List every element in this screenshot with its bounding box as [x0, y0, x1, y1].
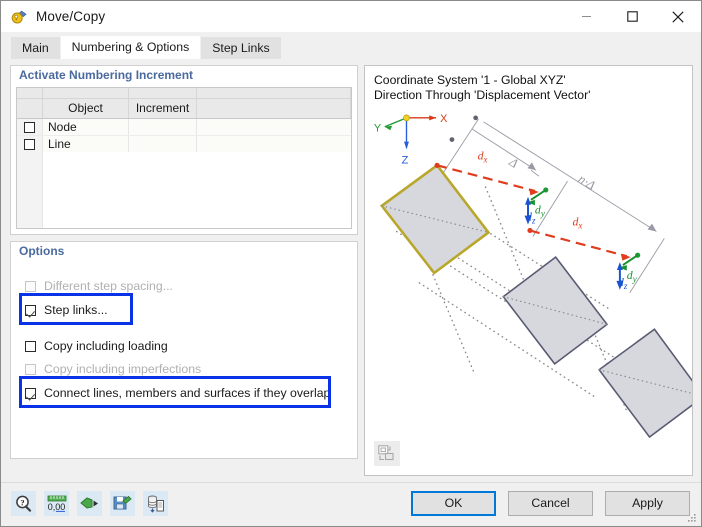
svg-text:dx: dx	[572, 215, 582, 231]
dimension-node	[449, 137, 455, 142]
numbering-table[interactable]: Object Increment Node Line	[16, 87, 352, 229]
footer-buttons: OK Cancel Apply	[411, 491, 690, 516]
row-object-label: Line	[43, 136, 129, 153]
connect-overlap-label[interactable]: Connect lines, members and surfaces if t…	[44, 386, 330, 400]
row-checkbox[interactable]	[24, 121, 35, 133]
column-header-select	[17, 99, 43, 118]
svg-text:dy: dy	[627, 268, 637, 284]
option-different-step-spacing: Different step spacing...	[25, 278, 173, 294]
row-increment-value[interactable]	[129, 119, 197, 136]
copy-including-imperfections-label: Copy including imperfections	[44, 362, 202, 376]
tab-step-links[interactable]: Step Links	[201, 37, 281, 59]
import-settings-button[interactable]	[77, 491, 102, 516]
table-row[interactable]: Node	[17, 119, 351, 137]
diagram-pane: Coordinate System '1 - Global XYZ' Direc…	[364, 65, 693, 476]
save-settings-icon	[113, 495, 132, 510]
dialog-content: Activate Numbering Increment Object Incr…	[1, 59, 701, 483]
ok-button[interactable]: OK	[411, 491, 496, 516]
title-bar: Move/Copy	[1, 1, 701, 33]
import-arrow-icon	[80, 497, 98, 509]
different-step-spacing-label: Different step spacing...	[44, 279, 173, 293]
tab-numbering-options[interactable]: Numbering & Options	[60, 36, 201, 59]
surface-copy-2	[598, 328, 692, 439]
step-links-label[interactable]: Step links...	[44, 303, 108, 317]
row-checkbox-cell[interactable]	[17, 136, 43, 153]
connect-overlap-checkbox[interactable]	[25, 387, 36, 399]
option-copy-including-loading[interactable]: Copy including loading	[25, 338, 168, 354]
picture-copy-button[interactable]	[374, 441, 400, 466]
picture-copy-icon	[378, 445, 394, 461]
numbering-increment-group: Activate Numbering Increment Object Incr…	[10, 65, 358, 235]
database-document-icon	[147, 495, 164, 513]
row-checkbox[interactable]	[24, 138, 35, 150]
column-header-increment: Increment	[129, 99, 197, 118]
apply-button[interactable]: Apply	[605, 491, 690, 516]
app-icon	[10, 8, 28, 26]
left-pane: Activate Numbering Increment Object Incr…	[10, 65, 358, 476]
dimension-node	[473, 115, 479, 121]
svg-text:X: X	[440, 113, 448, 125]
option-connect-overlap[interactable]: Connect lines, members and surfaces if t…	[25, 385, 330, 401]
step-links-checkbox[interactable]	[25, 304, 36, 316]
resize-grip[interactable]	[687, 513, 697, 523]
svg-text:dy: dy	[535, 203, 545, 219]
options-group: Options Different step spacing... Step l…	[10, 241, 358, 459]
different-step-spacing-checkbox	[25, 280, 36, 292]
row-checkbox-cell[interactable]	[17, 119, 43, 136]
column-header-spacer	[197, 99, 351, 118]
copy-including-loading-label[interactable]: Copy including loading	[44, 339, 168, 353]
units-decimal-label: 0,00	[47, 502, 65, 512]
row-object-label: Node	[43, 119, 129, 136]
maximize-button[interactable]	[609, 1, 655, 32]
tab-strip: Main Numbering & Options Step Links	[1, 32, 701, 59]
close-button[interactable]	[655, 1, 701, 32]
copy-including-imperfections-checkbox	[25, 363, 36, 375]
units-decimal-icon: 0,00	[47, 495, 66, 512]
option-copy-including-imperfections: Copy including imperfections	[25, 361, 201, 377]
minimize-button[interactable]	[563, 1, 609, 32]
window-controls	[563, 1, 701, 32]
database-document-button[interactable]	[143, 491, 168, 516]
svg-text:Y: Y	[374, 123, 381, 135]
option-step-links[interactable]: Step links...	[25, 302, 108, 318]
svg-text:Z: Z	[402, 154, 409, 166]
surface-original	[379, 163, 491, 275]
svg-text:dx: dx	[478, 148, 488, 164]
units-decimal-button[interactable]: 0,00	[44, 491, 69, 516]
dialog-footer: ? 0,00 OK Cancel Apply	[1, 482, 701, 526]
help-button[interactable]: ?	[11, 491, 36, 516]
dimension-label-delta: Δ	[506, 154, 521, 170]
window-title: Move/Copy	[36, 9, 106, 24]
move-copy-dialog: Move/Copy Main Numbering & Options Step …	[0, 0, 702, 527]
help-icon: ?	[16, 495, 32, 512]
numbering-group-title: Activate Numbering Increment	[11, 66, 357, 85]
table-row[interactable]: Line	[17, 136, 351, 154]
table-empty-area	[17, 152, 351, 228]
svg-text:?: ?	[20, 498, 24, 508]
table-header-row: Object Increment	[17, 99, 351, 119]
row-spacer-cell	[197, 136, 351, 153]
axis-triad-icon: X Y Z	[374, 113, 448, 166]
dimension-label-n-delta: n·Δ	[576, 172, 598, 193]
row-increment-value[interactable]	[129, 136, 197, 153]
copy-including-loading-checkbox[interactable]	[25, 340, 36, 352]
row-spacer-cell	[197, 119, 351, 136]
move-copy-illustration: X Y Z Δ n·Δ dx dy dz dx dy dz	[374, 113, 692, 439]
options-group-title: Options	[11, 242, 357, 261]
footer-toolbar: ? 0,00	[11, 491, 168, 516]
save-settings-button[interactable]	[110, 491, 135, 516]
table-filter-band	[17, 88, 351, 99]
cancel-button[interactable]: Cancel	[508, 491, 593, 516]
tab-main[interactable]: Main	[11, 37, 60, 59]
vector-dx-2: dx	[527, 215, 641, 261]
column-header-object: Object	[43, 99, 129, 118]
